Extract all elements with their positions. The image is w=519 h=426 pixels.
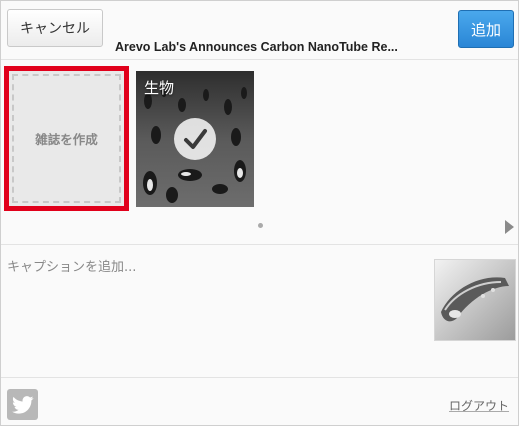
selected-check-icon: [174, 118, 216, 160]
carousel-divider: [1, 244, 518, 245]
next-arrow-icon[interactable]: [505, 220, 514, 234]
article-thumbnail: [434, 259, 516, 341]
logout-link[interactable]: ログアウト: [449, 397, 509, 414]
share-dialog: キャンセル Arevo Lab's Announces Carbon NanoT…: [0, 0, 519, 426]
article-title: Arevo Lab's Announces Carbon NanoTube Re…: [115, 40, 398, 54]
footer-divider: [1, 377, 518, 378]
cancel-button[interactable]: キャンセル: [7, 9, 103, 47]
create-magazine-label: 雑誌を作成: [35, 132, 98, 147]
magazine-tile[interactable]: 生物: [136, 71, 254, 207]
create-magazine-tile[interactable]: 雑誌を作成: [4, 66, 129, 211]
twitter-share-button[interactable]: [7, 389, 38, 420]
magazine-label: 生物: [144, 79, 175, 97]
dialog-header: キャンセル Arevo Lab's Announces Carbon NanoT…: [1, 1, 518, 59]
create-magazine-dashed-area: 雑誌を作成: [12, 74, 121, 203]
caption-input[interactable]: [7, 256, 427, 366]
add-button[interactable]: 追加: [458, 10, 514, 48]
carousel-page-indicator: [258, 223, 263, 228]
twitter-icon: [11, 395, 34, 414]
header-divider: [1, 59, 518, 60]
